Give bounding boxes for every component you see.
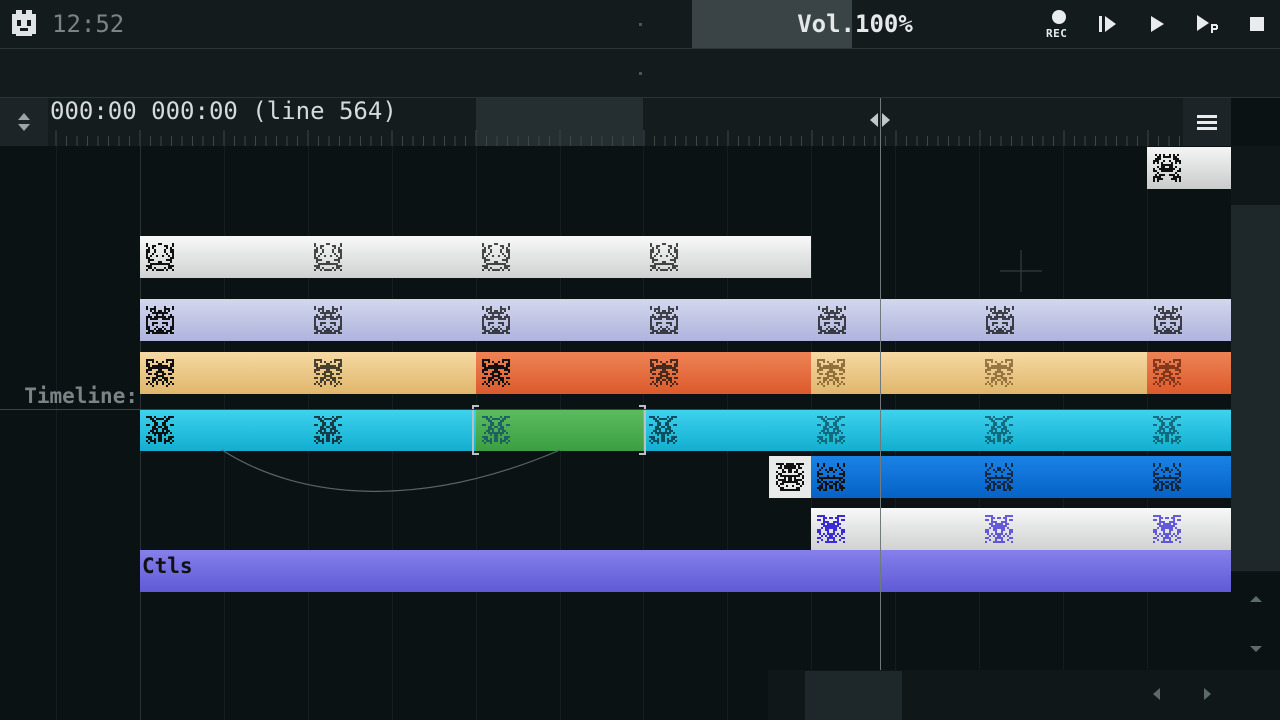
horizontal-scroll-thumb[interactable] (805, 671, 902, 720)
timeline-label: Timeline: (24, 384, 138, 408)
scroll-left-button[interactable] (1150, 686, 1164, 706)
selection-brackets (472, 405, 646, 455)
triangle-down-icon (1250, 646, 1262, 652)
scroll-down-button[interactable] (1248, 640, 1264, 659)
playhead-line[interactable] (880, 98, 881, 670)
triangle-up-icon (1250, 596, 1262, 602)
left-right-arrows-icon (870, 113, 890, 127)
vertical-scroll-thumb[interactable] (1231, 205, 1280, 571)
automation-curve (221, 250, 1042, 492)
scroll-up-button[interactable] (1248, 590, 1264, 609)
playhead-handle[interactable] (868, 110, 892, 134)
triangle-right-icon (1204, 688, 1211, 700)
timeline-separator (0, 409, 1280, 410)
triangle-left-icon (1153, 688, 1160, 700)
scroll-right-button[interactable] (1200, 686, 1214, 706)
